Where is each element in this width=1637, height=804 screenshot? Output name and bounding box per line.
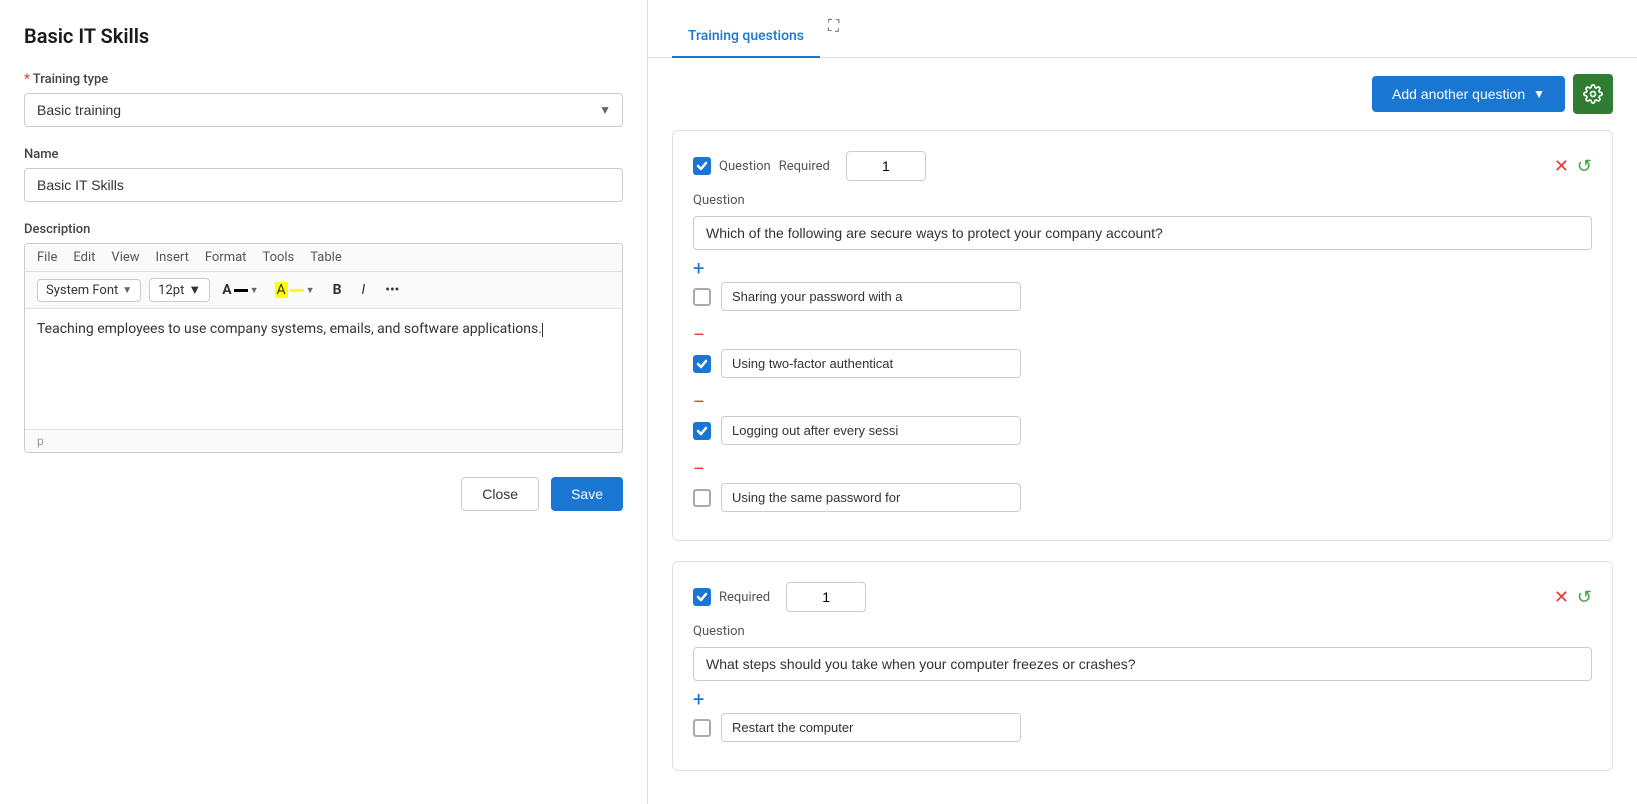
highlight-chevron-icon: ▼ xyxy=(306,285,315,296)
option-checkbox-1-1[interactable] xyxy=(693,288,711,306)
text-color-bar xyxy=(234,289,248,292)
question-1-header: Question Required ✕ ↺ xyxy=(693,151,1592,181)
page-title: Basic IT Skills xyxy=(24,24,623,48)
description-label: Description xyxy=(24,222,623,237)
tab-bar: Training questions ⛶ xyxy=(672,16,839,57)
bold-button[interactable]: B xyxy=(327,279,348,301)
editor-body[interactable]: Teaching employees to use company system… xyxy=(25,309,622,429)
required-text-2: Required xyxy=(719,590,770,605)
add-another-question-button[interactable]: Add another question ▼ xyxy=(1372,76,1565,112)
option-input-2-1[interactable] xyxy=(721,713,1021,742)
questions-area: Question Required ✕ ↺ Question + xyxy=(648,130,1637,804)
option-row-1-4 xyxy=(693,483,1592,512)
italic-button[interactable]: I xyxy=(356,279,372,301)
training-type-select-wrapper: Basic training ▼ xyxy=(24,93,623,127)
size-chevron-icon: ▼ xyxy=(188,282,201,298)
option-input-1-1[interactable] xyxy=(721,282,1021,311)
menu-file[interactable]: File xyxy=(37,250,57,265)
training-type-select[interactable]: Basic training xyxy=(24,93,623,127)
cursor xyxy=(542,323,543,337)
text-color-icon: A xyxy=(222,282,231,298)
menu-table[interactable]: Table xyxy=(310,250,341,265)
required-row-2: Required xyxy=(693,588,770,606)
training-type-field: *Training type Basic training ▼ xyxy=(24,72,623,127)
menu-format[interactable]: Format xyxy=(205,250,247,265)
remove-option-1-3-btn[interactable]: – xyxy=(693,461,705,479)
required-text-1: Required xyxy=(779,159,830,174)
name-input[interactable] xyxy=(24,168,623,202)
question-1-number[interactable] xyxy=(846,151,926,181)
menu-insert[interactable]: Insert xyxy=(156,250,189,265)
required-star: * xyxy=(24,72,30,87)
option-row-1-3 xyxy=(693,416,1592,445)
question-2-actions: ✕ ↺ xyxy=(1554,587,1592,608)
expand-icon[interactable]: ⛶ xyxy=(828,16,839,57)
dropdown-arrow-icon: ▼ xyxy=(1533,87,1545,101)
left-panel: Basic IT Skills *Training type Basic tra… xyxy=(0,0,648,804)
description-field: Description File Edit View Insert Format… xyxy=(24,222,623,453)
question-2-options: + xyxy=(693,681,1592,742)
delete-question-1-icon[interactable]: ✕ xyxy=(1554,156,1569,177)
close-button[interactable]: Close xyxy=(461,477,539,511)
text-color-button[interactable]: A ▼ xyxy=(218,279,262,301)
option-input-1-3[interactable] xyxy=(721,416,1021,445)
question-2-input[interactable] xyxy=(693,647,1592,681)
highlight-color-button[interactable]: A ▼ xyxy=(271,279,319,301)
question-1-actions: ✕ ↺ xyxy=(1554,156,1592,177)
option-checkbox-1-3[interactable] xyxy=(693,422,711,440)
editor-container: File Edit View Insert Format Tools Table… xyxy=(24,243,623,453)
refresh-question-1-icon[interactable]: ↺ xyxy=(1577,156,1592,177)
menu-tools[interactable]: Tools xyxy=(262,250,294,265)
right-header: Training questions ⛶ xyxy=(648,0,1637,58)
training-type-label: *Training type xyxy=(24,72,623,87)
tab-training-questions[interactable]: Training questions xyxy=(672,16,820,58)
question-2-number[interactable] xyxy=(786,582,866,612)
save-button[interactable]: Save xyxy=(551,477,623,511)
font-size-select[interactable]: 12pt ▼ xyxy=(149,278,210,302)
editor-toolbar: System Font ▼ 12pt ▼ A ▼ A ▼ B xyxy=(25,272,622,309)
menu-edit[interactable]: Edit xyxy=(73,250,95,265)
option-row-1-2 xyxy=(693,349,1592,378)
more-options-button[interactable]: ••• xyxy=(379,279,405,301)
settings-button[interactable] xyxy=(1573,74,1613,114)
refresh-question-2-icon[interactable]: ↺ xyxy=(1577,587,1592,608)
font-family-select[interactable]: System Font ▼ xyxy=(37,279,141,302)
question-1-input[interactable] xyxy=(693,216,1592,250)
right-panel: Training questions ⛶ Add another questio… xyxy=(648,0,1637,804)
form-actions: Close Save xyxy=(24,477,623,511)
option-input-1-4[interactable] xyxy=(721,483,1021,512)
highlight-bar xyxy=(290,289,304,292)
remove-option-1-2-btn[interactable]: – xyxy=(693,394,705,412)
option-row-2-1 xyxy=(693,713,1592,742)
option-checkbox-1-4[interactable] xyxy=(693,489,711,507)
option-row-1-1 xyxy=(693,282,1592,311)
remove-option-1-1-btn[interactable]: – xyxy=(693,327,705,345)
text-color-chevron-icon: ▼ xyxy=(250,285,259,296)
required-checkbox-2[interactable] xyxy=(693,588,711,606)
question-2-label: Question xyxy=(693,624,1592,639)
question-1-label: Question xyxy=(693,193,1592,208)
right-toolbar: Add another question ▼ xyxy=(648,58,1637,130)
editor-footer: p xyxy=(25,429,622,452)
highlight-icon: A xyxy=(275,282,288,298)
required-row-1: Question xyxy=(693,157,771,175)
name-label: Name xyxy=(24,147,623,162)
add-option-2-btn[interactable]: + xyxy=(693,689,704,709)
name-field: Name xyxy=(24,147,623,202)
editor-menu-bar: File Edit View Insert Format Tools Table xyxy=(25,244,622,272)
option-checkbox-1-2[interactable] xyxy=(693,355,711,373)
required-checkbox-1[interactable] xyxy=(693,157,711,175)
question-2-header: Required ✕ ↺ xyxy=(693,582,1592,612)
question-1-options: + – – xyxy=(693,250,1592,512)
required-label-1: Question xyxy=(719,159,771,174)
option-checkbox-2-1[interactable] xyxy=(693,719,711,737)
menu-view[interactable]: View xyxy=(111,250,139,265)
question-card-1: Question Required ✕ ↺ Question + xyxy=(672,130,1613,541)
option-input-1-2[interactable] xyxy=(721,349,1021,378)
delete-question-2-icon[interactable]: ✕ xyxy=(1554,587,1569,608)
add-option-1-btn[interactable]: + xyxy=(693,258,704,278)
question-card-2: Required ✕ ↺ Question + xyxy=(672,561,1613,771)
font-chevron-icon: ▼ xyxy=(122,285,132,296)
